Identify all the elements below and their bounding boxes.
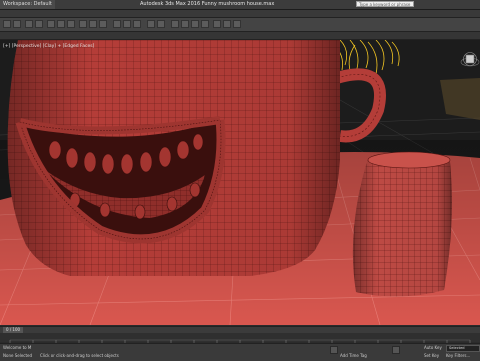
percent-snap-icon[interactable]	[133, 20, 141, 28]
title-bar-icons: ⌕?☆–□✕	[419, 1, 479, 18]
render-frame-icon[interactable]	[223, 20, 231, 28]
title-bar: Workspace: Default Autodesk 3ds Max 2016…	[0, 0, 480, 18]
welcome-text[interactable]: Welcome to M	[3, 345, 31, 350]
curve-editor-icon[interactable]	[181, 20, 189, 28]
select-by-name-icon[interactable]	[57, 20, 65, 28]
schematic-view-icon[interactable]	[191, 20, 199, 28]
align-icon[interactable]	[157, 20, 165, 28]
workspace-selector[interactable]: Workspace: Default	[0, 0, 55, 9]
redo-icon[interactable]	[13, 20, 21, 28]
link-icon[interactable]	[25, 20, 33, 28]
angle-snap-icon[interactable]	[123, 20, 131, 28]
viewport-label[interactable]: [+] [Perspective] [Clay] + [Edged Faces]	[3, 44, 94, 49]
selection-region-icon[interactable]	[67, 20, 75, 28]
add-time-tag[interactable]: Add Time Tag	[340, 353, 367, 358]
window-title: Autodesk 3ds Max 2016 Funny mushroom hou…	[140, 1, 275, 7]
snap-icon[interactable]	[113, 20, 121, 28]
lock-selection-icon[interactable]	[330, 346, 338, 354]
select-object-icon[interactable]	[47, 20, 55, 28]
set-key-button[interactable]: Set Key	[424, 353, 439, 358]
mirror-icon[interactable]	[147, 20, 155, 28]
selection-status: None Selected	[3, 353, 33, 358]
move-icon[interactable]	[79, 20, 87, 28]
key-filters-button[interactable]: Key Filters...	[446, 353, 470, 358]
viewcube-icon[interactable]	[463, 52, 477, 66]
main-toolbar	[0, 18, 480, 32]
menu-bar: Edit Tools Group Views Create Modifiers …	[0, 10, 480, 27]
auto-key-button[interactable]: Auto Key	[424, 345, 442, 350]
selected-dropdown[interactable]: Selected	[446, 345, 480, 352]
key-mode-icon[interactable]	[392, 346, 400, 354]
track-bar[interactable]: 0510152025303540455055606570758085909510…	[0, 333, 480, 348]
search-input[interactable]: Type a keyword or phrase	[356, 1, 414, 7]
barrel	[352, 151, 452, 297]
time-slider[interactable]: 0 / 100	[0, 326, 480, 333]
undo-icon[interactable]	[3, 20, 11, 28]
render-setup-icon[interactable]	[213, 20, 221, 28]
viewport-scene	[0, 40, 480, 325]
rotate-icon[interactable]	[89, 20, 97, 28]
status-bar: Welcome to M None Selected Click or clic…	[0, 343, 480, 361]
perspective-viewport[interactable]	[0, 40, 480, 325]
unlink-icon[interactable]	[35, 20, 43, 28]
scale-icon[interactable]	[99, 20, 107, 28]
render-icon[interactable]	[233, 20, 241, 28]
material-editor-icon[interactable]	[201, 20, 209, 28]
layer-manager-icon[interactable]	[171, 20, 179, 28]
prompt-line: Click or click-and-drag to select object…	[40, 353, 119, 358]
ribbon-tabs: Selection Object Paint Populate	[0, 32, 480, 48]
